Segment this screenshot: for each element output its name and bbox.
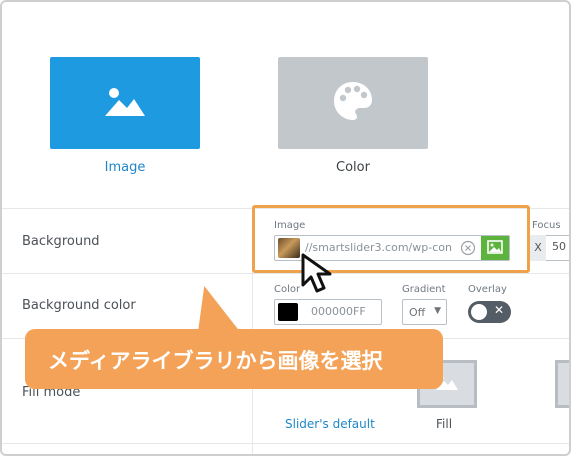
callout-text: メディアライブラリから画像を選択	[48, 349, 383, 373]
screenshot-frame: Image Color Background Image //smartslid…	[0, 0, 571, 456]
slide-background-settings: Image Color Background Image //smartslid…	[2, 2, 569, 454]
focus-x-value: 50	[552, 240, 566, 253]
image-type-label: Image	[104, 160, 146, 175]
fill-option-sliders-default[interactable]: Slider's default	[285, 417, 375, 431]
overlay-label: Overlay	[468, 284, 507, 295]
focus-axis-label: X	[530, 235, 546, 261]
color-type-tile[interactable]	[278, 57, 428, 149]
fill-option-fill[interactable]: Fill	[436, 417, 452, 431]
gradient-select[interactable]: Off ▼	[402, 299, 447, 325]
toggle-knob	[471, 304, 487, 320]
color-hex-value[interactable]: 000000FF	[311, 305, 366, 318]
image-type-tile[interactable]	[50, 57, 200, 149]
color-type-label: Color	[336, 160, 370, 175]
palette-icon	[331, 79, 375, 127]
row-divider	[2, 443, 569, 444]
callout-tail	[180, 286, 242, 334]
color-swatch[interactable]	[278, 303, 298, 321]
color-field-label: Color	[274, 284, 301, 295]
mouse-cursor-icon	[300, 252, 340, 302]
close-icon: ✕	[493, 303, 504, 317]
row-divider	[2, 273, 569, 274]
background-color-row-label: Background color	[22, 298, 136, 313]
fit-option-tile[interactable]	[555, 360, 569, 408]
gradient-label: Gradient	[402, 284, 446, 295]
color-input[interactable]: 000000FF	[274, 299, 382, 325]
focus-label: Focus	[532, 220, 561, 231]
chevron-down-icon: ▼	[434, 306, 441, 316]
background-row-label: Background	[22, 234, 100, 249]
image-icon	[103, 84, 147, 122]
highlight-box	[252, 205, 530, 273]
gradient-value: Off	[409, 306, 426, 319]
overlay-toggle[interactable]: ✕	[468, 301, 511, 323]
